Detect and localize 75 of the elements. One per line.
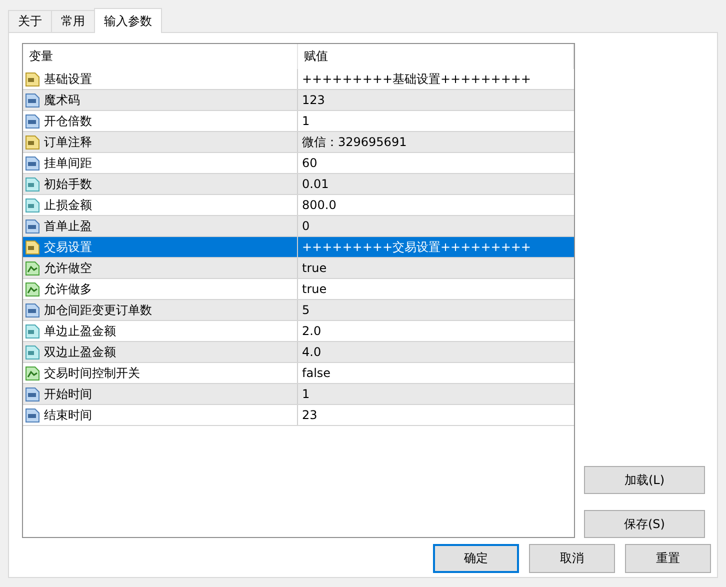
parameter-name: 开始时间 bbox=[44, 386, 92, 402]
table-row[interactable]: 首单止盈 0 bbox=[23, 216, 574, 237]
table-row[interactable]: 基础设置 +++++++++基础设置+++++++++ bbox=[23, 69, 574, 90]
double-type-icon bbox=[25, 344, 40, 360]
parameter-name: 允许做空 bbox=[44, 260, 92, 276]
parameter-name: 订单注释 bbox=[44, 134, 92, 150]
table-row[interactable]: 开仓倍数 1 bbox=[23, 111, 574, 132]
parameter-value: 2.0 bbox=[302, 324, 322, 338]
table-row[interactable]: 交易设置 +++++++++交易设置+++++++++ bbox=[23, 237, 574, 258]
parameter-value: 1 bbox=[302, 114, 310, 128]
tab[interactable]: 关于 bbox=[8, 10, 52, 32]
string-type-icon bbox=[25, 134, 40, 150]
parameter-value: 5 bbox=[302, 303, 310, 317]
side-button[interactable]: 保存(S) bbox=[584, 510, 705, 538]
int-type-icon bbox=[25, 156, 40, 170]
parameter-value: +++++++++基础设置+++++++++ bbox=[302, 70, 531, 88]
table-row[interactable]: 单边止盈金额 2.0 bbox=[23, 321, 574, 342]
table-row[interactable]: 止损金额 800.0 bbox=[23, 195, 574, 216]
double-type-icon bbox=[25, 324, 40, 338]
table-row[interactable]: 订单注释 微信：329695691 bbox=[23, 132, 574, 153]
parameter-name: 加仓间距变更订单数 bbox=[44, 302, 152, 318]
bool-type-icon bbox=[25, 260, 40, 276]
table-row[interactable]: 魔术码 123 bbox=[23, 90, 574, 111]
dialog-button[interactable]: 重置 bbox=[625, 544, 711, 573]
dialog-button[interactable]: 取消 bbox=[529, 544, 615, 573]
parameter-name: 允许做多 bbox=[44, 280, 92, 298]
parameter-name: 双边止盈金额 bbox=[44, 344, 116, 360]
parameter-value: +++++++++交易设置+++++++++ bbox=[302, 238, 531, 256]
int-type-icon bbox=[25, 218, 40, 234]
parameter-name: 交易设置 bbox=[44, 238, 92, 256]
parameter-value: 800.0 bbox=[302, 198, 336, 212]
dialog-button[interactable]: 确定 bbox=[433, 544, 519, 573]
table-row[interactable]: 双边止盈金额 4.0 bbox=[23, 342, 574, 363]
parameter-value: 0.01 bbox=[302, 177, 329, 191]
parameter-name: 魔术码 bbox=[44, 92, 80, 108]
parameter-name: 初始手数 bbox=[44, 176, 92, 192]
parameter-value: true bbox=[302, 261, 327, 275]
tab[interactable]: 输入参数 bbox=[94, 8, 162, 33]
table-row[interactable]: 挂单间距 60 bbox=[23, 153, 574, 174]
int-type-icon bbox=[25, 114, 40, 128]
string-type-icon bbox=[25, 240, 40, 254]
int-type-icon bbox=[25, 302, 40, 318]
bool-type-icon bbox=[25, 366, 40, 380]
int-type-icon bbox=[25, 386, 40, 402]
table-row[interactable]: 交易时间控制开关 false bbox=[23, 363, 574, 384]
parameter-value: 123 bbox=[302, 93, 325, 107]
double-type-icon bbox=[25, 198, 40, 212]
parameter-name: 基础设置 bbox=[44, 70, 92, 88]
parameter-name: 挂单间距 bbox=[44, 154, 92, 172]
parameter-value: true bbox=[302, 282, 327, 296]
parameter-value: 4.0 bbox=[302, 345, 322, 359]
table-row[interactable]: 结束时间 23 bbox=[23, 405, 574, 426]
parameter-value: 微信：329695691 bbox=[302, 134, 407, 150]
parameter-value: 60 bbox=[302, 156, 318, 170]
double-type-icon bbox=[25, 176, 40, 192]
table-row[interactable]: 加仓间距变更订单数 5 bbox=[23, 300, 574, 321]
int-type-icon bbox=[25, 408, 40, 422]
parameter-name: 交易时间控制开关 bbox=[44, 364, 140, 382]
table-row[interactable]: 允许做空 true bbox=[23, 258, 574, 279]
bool-type-icon bbox=[25, 282, 40, 296]
parameter-name: 单边止盈金额 bbox=[44, 322, 116, 340]
table-row[interactable]: 初始手数 0.01 bbox=[23, 174, 574, 195]
table-row[interactable]: 允许做多 true bbox=[23, 279, 574, 300]
parameter-name: 止损金额 bbox=[44, 196, 92, 214]
parameter-name: 结束时间 bbox=[44, 406, 92, 424]
parameter-name: 开仓倍数 bbox=[44, 112, 92, 130]
parameter-value: 23 bbox=[302, 408, 318, 422]
parameter-value: 0 bbox=[302, 219, 310, 233]
side-button[interactable]: 加载(L) bbox=[584, 466, 705, 494]
table-row[interactable]: 开始时间 1 bbox=[23, 384, 574, 405]
parameter-value: 1 bbox=[302, 387, 310, 401]
int-type-icon bbox=[25, 92, 40, 108]
parameter-name: 首单止盈 bbox=[44, 218, 92, 234]
string-type-icon bbox=[25, 72, 40, 86]
parameter-value: false bbox=[302, 366, 331, 380]
